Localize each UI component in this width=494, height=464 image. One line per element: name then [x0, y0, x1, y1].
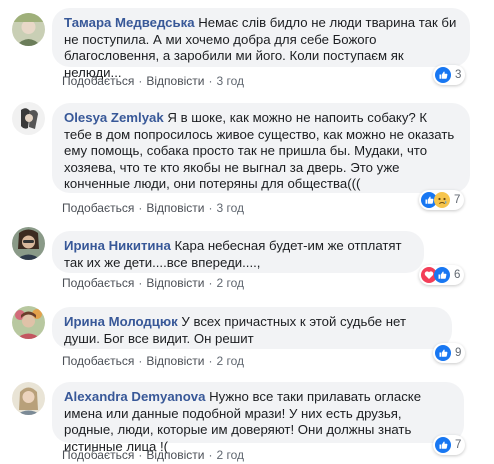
avatar[interactable] [12, 227, 45, 260]
separator: · [138, 201, 143, 215]
comment-bubble: Ирина Никитина Кара небесная будет-им же… [52, 231, 424, 273]
like-icon [435, 437, 451, 453]
reaction-count: 7 [454, 194, 461, 206]
reaction-count: 6 [454, 269, 461, 281]
like-button[interactable]: Подобається [62, 354, 134, 368]
comment-actions: Подобається · Відповісти · 2 год [62, 276, 244, 290]
separator: · [208, 354, 213, 368]
reaction-count: 3 [455, 69, 462, 81]
comment-actions: Подобається · Відповісти · 3 год [62, 201, 244, 215]
reply-button[interactable]: Відповісти [146, 448, 204, 462]
reply-button[interactable]: Відповісти [146, 201, 204, 215]
comment-author[interactable]: Ирина Молодцюк [64, 314, 178, 329]
avatar[interactable] [12, 13, 45, 46]
comment-author[interactable]: Тамара Медведська [64, 15, 195, 30]
avatar[interactable] [12, 306, 45, 339]
separator: · [138, 354, 143, 368]
avatar[interactable] [12, 102, 45, 135]
like-button[interactable]: Подобається [62, 448, 134, 462]
comment-author[interactable]: Olesya Zemlyak [64, 110, 164, 125]
like-button[interactable]: Подобається [62, 74, 134, 88]
comment-time[interactable]: 2 год [216, 276, 244, 290]
comment-time[interactable]: 2 год [216, 354, 244, 368]
separator: · [138, 74, 143, 88]
separator: · [138, 276, 143, 290]
avatar[interactable] [12, 382, 45, 415]
comment-bubble: Olesya Zemlyak Я в шоке, как можно не на… [52, 103, 470, 193]
comment-time[interactable]: 3 год [216, 74, 244, 88]
reaction-count: 9 [455, 347, 462, 359]
reaction-count: 7 [455, 439, 462, 451]
comment-bubble: Тамара Медведська Немає слів бидло не лю… [52, 8, 470, 80]
like-button[interactable]: Подобається [62, 201, 134, 215]
comment-author[interactable]: Alexandra Demyanova [64, 389, 205, 404]
comment-actions: Подобається · Відповісти · 2 год [62, 448, 244, 462]
reply-button[interactable]: Відповісти [146, 74, 204, 88]
reply-button[interactable]: Відповісти [146, 276, 204, 290]
comment-bubble: Ирина Молодцюк У всех причастных к этой … [52, 307, 452, 349]
like-icon [435, 345, 451, 361]
like-icon [434, 267, 450, 283]
separator: · [208, 201, 213, 215]
sad-icon [434, 192, 450, 208]
comment-actions: Подобається · Відповісти · 3 год [62, 74, 244, 88]
reaction-summary[interactable]: 7 [433, 435, 466, 455]
separator: · [208, 448, 213, 462]
reaction-summary[interactable]: 7 [419, 190, 465, 210]
reaction-summary[interactable]: 9 [433, 343, 466, 363]
separator: · [208, 74, 213, 88]
comment-time[interactable]: 3 год [216, 201, 244, 215]
separator: · [208, 276, 213, 290]
separator: · [138, 448, 143, 462]
like-icon [435, 67, 451, 83]
reaction-summary[interactable]: 6 [419, 265, 465, 285]
comment-author[interactable]: Ирина Никитина [64, 238, 171, 253]
reaction-summary[interactable]: 3 [433, 65, 466, 85]
reply-button[interactable]: Відповісти [146, 354, 204, 368]
comment-time[interactable]: 2 год [216, 448, 244, 462]
like-button[interactable]: Подобається [62, 276, 134, 290]
comment-actions: Подобається · Відповісти · 2 год [62, 354, 244, 368]
comment-bubble: Alexandra Demyanova Нужно все таки прила… [52, 382, 464, 454]
